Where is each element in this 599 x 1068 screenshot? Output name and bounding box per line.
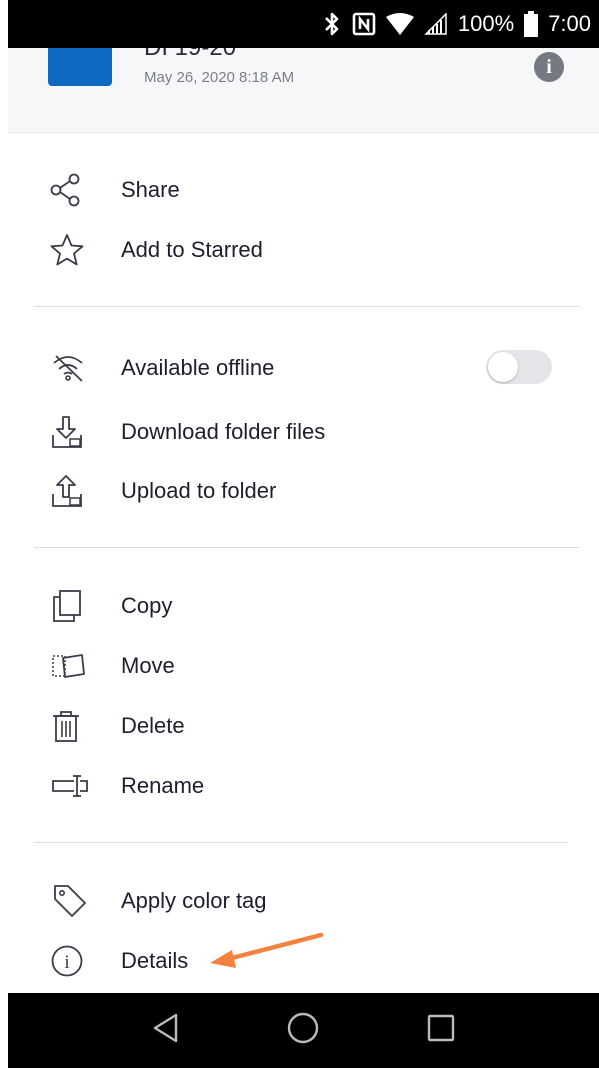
home-icon[interactable] bbox=[286, 1011, 320, 1050]
menu-item-details[interactable]: i Details bbox=[50, 941, 188, 981]
menu-item-label: Copy bbox=[121, 593, 173, 618]
menu-item-share[interactable]: Share bbox=[50, 170, 180, 210]
menu-item-available-offline[interactable]: Available offline bbox=[50, 348, 274, 388]
folder-thumbnail bbox=[48, 48, 112, 86]
status-bar: 100% 7:00 bbox=[8, 0, 599, 48]
offline-icon bbox=[50, 348, 100, 388]
menu-item-move[interactable]: Move bbox=[50, 646, 175, 686]
menu-item-label: Details bbox=[121, 948, 189, 973]
menu-item-label: Rename bbox=[121, 773, 205, 798]
bluetooth-icon bbox=[322, 11, 342, 37]
menu-item-label: Delete bbox=[121, 713, 185, 738]
file-header: DI 19-20 May 26, 2020 8:18 AM i bbox=[8, 48, 599, 133]
menu-item-label: Move bbox=[121, 653, 175, 678]
divider bbox=[34, 306, 579, 307]
menu-item-apply-color-tag[interactable]: Apply color tag bbox=[50, 881, 267, 921]
divider bbox=[34, 842, 567, 843]
divider bbox=[34, 547, 579, 548]
clock: 7:00 bbox=[548, 11, 591, 36]
menu-item-label: Add to Starred bbox=[121, 237, 263, 262]
navigation-bar bbox=[8, 993, 599, 1068]
upload-icon bbox=[50, 471, 100, 511]
menu-item-download-folder-files[interactable]: Download folder files bbox=[50, 412, 325, 452]
share-icon bbox=[50, 170, 100, 210]
available-offline-toggle[interactable] bbox=[486, 350, 552, 384]
nfc-icon bbox=[352, 12, 376, 36]
menu-item-label: Apply color tag bbox=[121, 888, 267, 913]
tag-icon bbox=[50, 881, 100, 921]
file-title: DI 19-20 bbox=[144, 48, 236, 62]
menu-item-rename[interactable]: Rename bbox=[50, 766, 204, 806]
toggle-knob bbox=[488, 352, 518, 382]
info-icon: i bbox=[50, 941, 100, 981]
back-icon[interactable] bbox=[151, 1012, 181, 1049]
copy-icon bbox=[50, 586, 100, 626]
menu-item-label: Upload to folder bbox=[121, 478, 277, 503]
signal-icon bbox=[424, 13, 448, 35]
star-icon bbox=[50, 230, 100, 270]
wifi-icon bbox=[385, 13, 414, 35]
menu-item-delete[interactable]: Delete bbox=[50, 706, 185, 746]
menu-item-label: Share bbox=[121, 177, 180, 202]
info-icon[interactable]: i bbox=[534, 52, 564, 82]
move-icon bbox=[50, 646, 100, 686]
menu-item-copy[interactable]: Copy bbox=[50, 586, 172, 626]
menu-item-label: Available offline bbox=[121, 355, 275, 380]
download-icon bbox=[50, 412, 100, 452]
battery-icon bbox=[524, 11, 539, 37]
rename-icon bbox=[50, 766, 100, 806]
svg-text:i: i bbox=[64, 952, 69, 973]
annotation-arrow bbox=[210, 932, 324, 968]
menu-item-add-starred[interactable]: Add to Starred bbox=[50, 230, 263, 270]
menu-item-upload-to-folder[interactable]: Upload to folder bbox=[50, 471, 276, 511]
delete-icon bbox=[50, 706, 100, 746]
recents-icon[interactable] bbox=[426, 1013, 456, 1048]
file-date: May 26, 2020 8:18 AM bbox=[144, 69, 295, 86]
menu-item-label: Download folder files bbox=[121, 419, 326, 444]
battery-percent: 100% bbox=[457, 11, 515, 36]
